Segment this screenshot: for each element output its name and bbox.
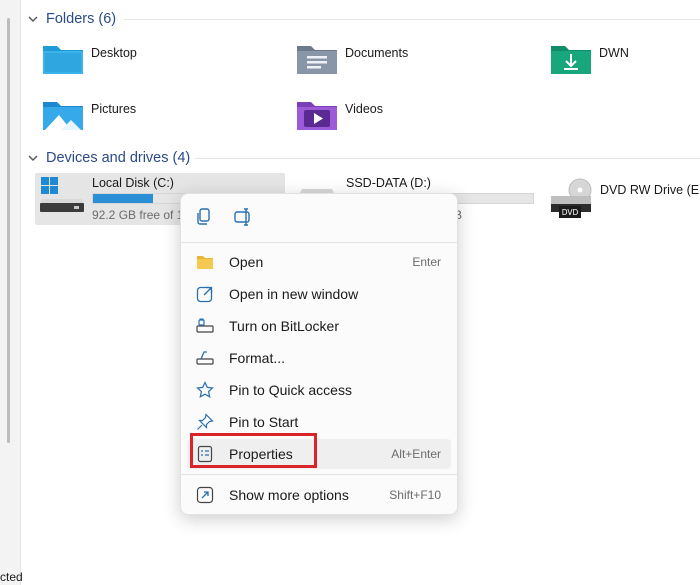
menu-item-label: Show more options [229, 487, 349, 503]
dvd-badge: DVD [562, 208, 579, 217]
new-window-icon [195, 284, 215, 304]
menu-item-label: Format... [229, 350, 286, 366]
menu-divider [181, 242, 457, 243]
menu-item-label: Turn on BitLocker [229, 318, 339, 334]
folder-tile-desktop[interactable]: Desktop [41, 42, 137, 76]
folder-label: Desktop [91, 46, 137, 60]
menu-item-open[interactable]: Open Enter [187, 247, 451, 277]
folder-label: Documents [345, 46, 409, 60]
context-menu-quick-actions [193, 206, 255, 228]
folder-tile-documents[interactable]: Documents [295, 42, 408, 76]
pin-icon [195, 412, 215, 432]
drive-usage-fill [93, 194, 153, 203]
section-divider [124, 19, 700, 20]
drive-label: DVD RW Drive (E:) [600, 183, 700, 197]
menu-item-open-new-window[interactable]: Open in new window [187, 279, 451, 309]
documents-folder-icon [297, 46, 337, 74]
downloads-folder-icon [551, 46, 591, 74]
menu-divider [181, 474, 457, 475]
menu-item-shortcut: Shift+F10 [389, 488, 441, 502]
highlight-annotation-box [190, 433, 317, 468]
menu-item-label: Pin to Start [229, 414, 299, 430]
folders-section-title: Folders (6) [46, 11, 117, 27]
bitlocker-icon [195, 316, 215, 336]
menu-item-label: Open in new window [229, 286, 359, 302]
menu-item-show-more-options[interactable]: Show more options Shift+F10 [187, 480, 451, 510]
desktop-folder-icon [43, 46, 83, 74]
section-divider [194, 158, 700, 159]
menu-item-label: Open [229, 254, 264, 270]
videos-folder-icon [297, 102, 337, 130]
windows-drive-icon [40, 177, 84, 212]
navigation-pane [0, 0, 21, 585]
folder-tile-videos[interactable]: Videos [295, 98, 383, 132]
copy-button[interactable] [193, 206, 215, 228]
dvd-drive-icon: DVD [551, 178, 592, 218]
folder-label: Videos [345, 102, 383, 116]
star-icon [195, 380, 215, 400]
drive-label: Local Disk (C:) [92, 176, 174, 190]
rename-icon [234, 208, 250, 226]
menu-item-format[interactable]: Format... [187, 343, 451, 373]
menu-item-label: Pin to Quick access [229, 382, 352, 398]
more-options-icon [195, 485, 215, 505]
format-icon [195, 348, 215, 368]
pictures-folder-icon [43, 102, 83, 130]
scrollbar-thumb[interactable] [7, 18, 10, 443]
drives-section-header[interactable]: Devices and drives (4) [26, 148, 190, 168]
folders-section-header[interactable]: Folders (6) [26, 9, 116, 29]
chevron-down-icon [28, 16, 38, 22]
folder-open-icon [195, 252, 215, 272]
rename-button[interactable] [233, 206, 255, 228]
drive-label: SSD-DATA (D:) [346, 176, 431, 190]
folder-label: Pictures [91, 102, 137, 116]
drive-free-space: B [454, 208, 463, 222]
menu-item-pin-quick-access[interactable]: Pin to Quick access [187, 375, 451, 405]
status-bar-text: cted [0, 570, 23, 584]
drive-info-e: DVD RW Drive (E:) [600, 183, 700, 197]
menu-item-shortcut: Alt+Enter [391, 447, 441, 461]
menu-item-shortcut: Enter [412, 255, 441, 269]
folder-tile-pictures[interactable]: Pictures [41, 98, 136, 132]
copy-icon [197, 208, 210, 225]
folder-label: DWN [599, 46, 629, 60]
chevron-down-icon [28, 155, 38, 161]
folder-tile-dwn[interactable]: DWN [549, 42, 629, 76]
drives-section-title: Devices and drives (4) [46, 150, 191, 166]
menu-item-bitlocker[interactable]: Turn on BitLocker [187, 311, 451, 341]
